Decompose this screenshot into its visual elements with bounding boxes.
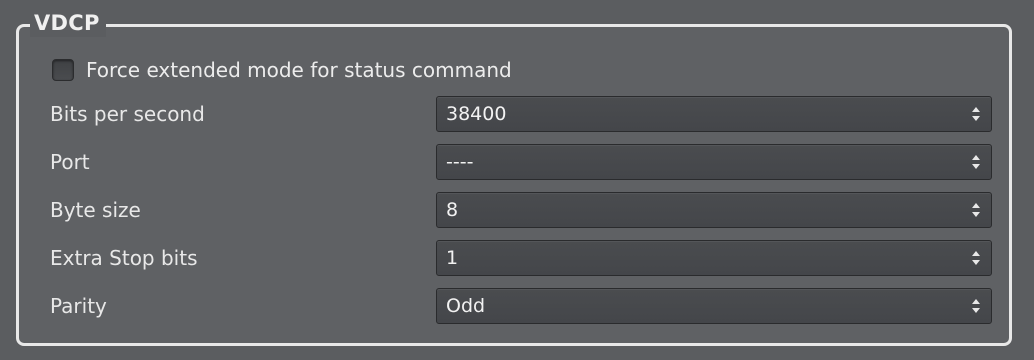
bits-per-second-select[interactable]: 38400 <box>436 96 992 132</box>
parity-row: Parity Odd <box>50 286 994 326</box>
up-down-arrows-icon <box>972 203 980 217</box>
byte-size-value: 8 <box>446 199 459 221</box>
force-extended-mode-checkbox[interactable]: Force extended mode for status command <box>52 54 512 86</box>
byte-size-row: Byte size 8 <box>50 190 994 230</box>
byte-size-label: Byte size <box>50 198 141 222</box>
checkbox-box[interactable] <box>52 59 74 81</box>
byte-size-select[interactable]: 8 <box>436 192 992 228</box>
checkbox-label: Force extended mode for status command <box>86 58 512 82</box>
port-row: Port ---- <box>50 142 994 182</box>
group-title: VDCP <box>30 9 106 37</box>
bits-per-second-label: Bits per second <box>50 102 205 126</box>
up-down-arrows-icon <box>972 155 980 169</box>
parity-value: Odd <box>446 295 486 317</box>
extra-stop-bits-select[interactable]: 1 <box>436 240 992 276</box>
parity-label: Parity <box>50 294 107 318</box>
bits-per-second-value: 38400 <box>446 103 507 125</box>
extra-stop-bits-value: 1 <box>446 247 459 269</box>
parity-select[interactable]: Odd <box>436 288 992 324</box>
extra-stop-bits-label: Extra Stop bits <box>50 246 198 270</box>
port-value: ---- <box>446 151 474 173</box>
up-down-arrows-icon <box>972 251 980 265</box>
port-label: Port <box>50 150 90 174</box>
up-down-arrows-icon <box>972 299 980 313</box>
extra-stop-bits-row: Extra Stop bits 1 <box>50 238 994 278</box>
port-select[interactable]: ---- <box>436 144 992 180</box>
bits-per-second-row: Bits per second 38400 <box>50 94 994 134</box>
up-down-arrows-icon <box>972 107 980 121</box>
